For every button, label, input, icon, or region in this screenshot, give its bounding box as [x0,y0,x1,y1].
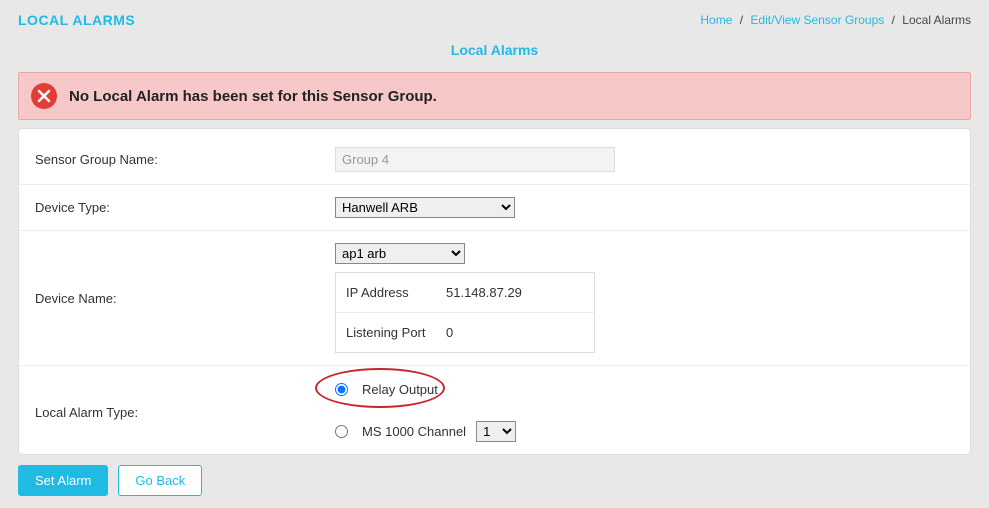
breadcrumb: Home / Edit/View Sensor Groups / Local A… [700,13,971,27]
subheader: Local Alarms [18,42,971,58]
breadcrumb-sep: / [740,13,743,27]
device-name-select[interactable]: ap1 arb [335,243,465,264]
relay-output-label: Relay Output [362,382,438,397]
error-icon [31,83,57,109]
ip-address-label: IP Address [346,285,446,300]
ms1000-channel-select[interactable]: 1 [476,421,516,442]
alert-message: No Local Alarm has been set for this Sen… [69,88,437,105]
go-back-button[interactable]: Go Back [118,465,202,496]
breadcrumb-sep: / [892,13,895,27]
breadcrumb-current: Local Alarms [902,13,971,27]
listening-port-label: Listening Port [346,325,446,340]
device-name-label: Device Name: [35,291,335,306]
listening-port-value: 0 [446,325,453,340]
device-type-select[interactable]: Hanwell ARB [335,197,515,218]
alert-banner: No Local Alarm has been set for this Sen… [18,72,971,120]
breadcrumb-groups[interactable]: Edit/View Sensor Groups [750,13,884,27]
device-info-box: IP Address 51.148.87.29 Listening Port 0 [335,272,595,353]
sensor-group-label: Sensor Group Name: [35,152,335,167]
alarm-type-label: Local Alarm Type: [35,405,335,420]
form-card: Sensor Group Name: Device Type: Hanwell … [18,128,971,455]
relay-output-radio[interactable] [335,383,348,396]
ip-address-value: 51.148.87.29 [446,285,522,300]
page-title: LOCAL ALARMS [18,12,135,28]
device-type-label: Device Type: [35,200,335,215]
sensor-group-input [335,147,615,172]
ms1000-option[interactable]: MS 1000 Channel 1 [335,421,516,442]
ms1000-radio[interactable] [335,425,348,438]
ms1000-label: MS 1000 Channel [362,424,466,439]
breadcrumb-home[interactable]: Home [700,13,732,27]
set-alarm-button[interactable]: Set Alarm [18,465,108,496]
relay-output-option[interactable]: Relay Output [335,382,516,397]
